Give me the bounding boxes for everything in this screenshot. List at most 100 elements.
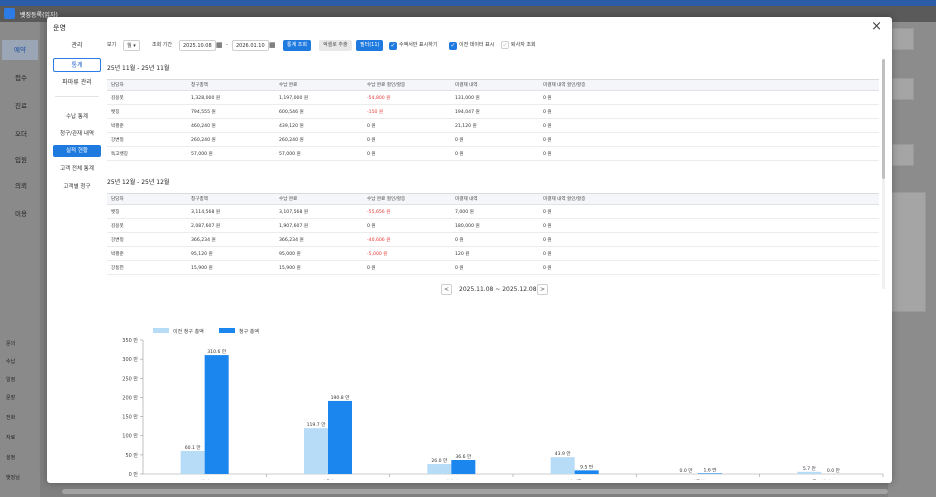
- bar-value-label: 5.7 만: [803, 465, 817, 472]
- fluid-only-checkbox[interactable]: ✓ 수액서만 표시하기: [389, 40, 437, 51]
- column-header[interactable]: 수납 완료 할인/할증: [363, 79, 451, 91]
- y-tick-label: 250 만: [122, 375, 138, 382]
- table-cell: -40,606 원: [363, 232, 451, 247]
- column-header[interactable]: 청구총액: [187, 79, 275, 91]
- table-row[interactable]: 뱃징 3,114,568 원 3,107,568 원 -55,656 원 7,000 원…: [107, 204, 879, 219]
- bottom-nav-item[interactable]: 문의: [6, 340, 15, 347]
- column-header[interactable]: 수납 완료 할인/할증: [363, 193, 451, 205]
- column-header[interactable]: 미결제 내역 할인/할증: [539, 193, 879, 205]
- table-cell: 1,197,000 원: [275, 90, 363, 105]
- right-panel: [888, 22, 936, 497]
- table-row[interactable]: 김용봇 1,328,000 원 1,197,000 원 -54,800 원 131,00…: [107, 90, 879, 105]
- check-icon: ✓: [501, 41, 509, 49]
- x-tick-label: 강동헌: [691, 479, 705, 480]
- table-cell: 뱃징: [107, 204, 187, 219]
- column-header[interactable]: 미결제 내역: [451, 79, 539, 91]
- column-header[interactable]: 미결제 내역 할인/할증: [539, 79, 879, 91]
- column-header[interactable]: 담당자: [107, 193, 187, 205]
- table-row[interactable]: 박평준 460,240 원 439,120 원0 원 21,120 원0 원: [107, 118, 879, 133]
- bar-value-label: 119.7 만: [307, 421, 327, 428]
- table-cell: 260,240 원: [275, 132, 363, 147]
- bar-value-label: 1.6 만: [704, 466, 718, 473]
- bar-current: [698, 473, 722, 474]
- vertical-scrollbar[interactable]: [882, 59, 885, 289]
- table-row[interactable]: 강변정 260,240 원 260,240 원0 원0 원0 원: [107, 132, 879, 147]
- bottom-nav-item[interactable]: 뱃징님: [6, 474, 20, 481]
- view-label: 보기: [107, 42, 117, 48]
- left-nav-item[interactable]: 예약: [2, 40, 38, 60]
- side-menu-item[interactable]: 청구/관재 내역: [53, 128, 101, 140]
- next-period-button[interactable]: >: [537, 284, 548, 295]
- bottom-nav-item[interactable]: 일정: [6, 376, 15, 383]
- stats-table: 담당자 청구총액 수납 완료 수납 완료 할인/할증 미결제 내역 미결제 내역 할인/할…: [107, 79, 879, 161]
- table-cell: -150 원: [363, 104, 451, 119]
- column-header[interactable]: 미결제 내역: [451, 193, 539, 205]
- side-menu-item[interactable]: 실적 현황: [53, 145, 101, 157]
- scroll-thumb[interactable]: [882, 59, 885, 179]
- bar-value-label: 36.6 만: [455, 453, 472, 460]
- table-cell: 0 원: [539, 204, 879, 219]
- side-tab[interactable]: 파마류 관리: [53, 76, 101, 90]
- table-cell: 95,000 원: [275, 246, 363, 261]
- side-tab[interactable]: 관리: [53, 39, 101, 53]
- table-row[interactable]: 강변정 366,234 원 366,234 원 -40,606 원0 원0 원: [107, 232, 879, 247]
- column-header[interactable]: 수납 완료: [275, 193, 363, 205]
- table-cell: 0 원: [363, 218, 451, 233]
- table-row[interactable]: 강동헌 15,900 원 15,900 원0 원0 원0 원: [107, 260, 879, 275]
- bar-value-label: 0.0 만: [680, 467, 694, 474]
- table-cell: 0 원: [539, 118, 879, 133]
- excel-export-button[interactable]: 엑셀로 추출: [319, 40, 352, 51]
- column-header[interactable]: 담당자: [107, 79, 187, 91]
- right-widget: [892, 78, 914, 100]
- left-nav-item[interactable]: 입원: [6, 154, 36, 164]
- horizontal-scrollbar[interactable]: [62, 489, 888, 494]
- side-menu-item[interactable]: 고객 전체 통계: [53, 163, 101, 175]
- bottom-nav-item[interactable]: 문장: [6, 394, 15, 401]
- filter-bar: 보기 월 ▾ 조회 기간 2025.10.08 ▦ - 2026.01.10 ▦…: [107, 40, 536, 51]
- bottom-nav-item[interactable]: 수납: [6, 358, 15, 365]
- bar-value-label: 9.5 만: [580, 463, 594, 470]
- start-date-input[interactable]: 2025.10.08: [179, 40, 216, 51]
- calendar-icon[interactable]: ▦: [269, 40, 276, 51]
- table-cell: 뱃징: [107, 104, 187, 119]
- table-cell: 0 원: [363, 260, 451, 275]
- end-date-input[interactable]: 2026.01.10: [232, 40, 269, 51]
- left-nav-item[interactable]: 오더: [6, 128, 36, 138]
- table-cell: 95,120 원: [187, 246, 275, 261]
- y-tick-label: 50 만: [125, 452, 138, 459]
- table-row[interactable]: 박평준 95,120 원 95,000 원 -5,000 원 120 원0 원: [107, 246, 879, 261]
- legend-swatch: [153, 328, 169, 333]
- calendar-icon[interactable]: ▦: [216, 40, 223, 51]
- previous-data-checkbox[interactable]: ✓ 이전 데이터 표시: [449, 40, 494, 51]
- table-cell: 21,120 원: [451, 118, 539, 133]
- table-row[interactable]: 김용봇 2,087,607 원 1,907,607 원0 원 180,000 원0 원: [107, 218, 879, 233]
- left-nav-item[interactable]: 의뢰: [6, 180, 36, 190]
- table-cell: 3,114,568 원: [187, 204, 275, 219]
- side-tab[interactable]: 통계: [53, 58, 101, 72]
- view-select[interactable]: 월 ▾: [123, 40, 140, 51]
- side-menu-item[interactable]: 고객별 청구: [53, 181, 101, 193]
- table-cell: 0 원: [451, 260, 539, 275]
- right-widget: [890, 192, 926, 312]
- bottom-nav-item[interactable]: 설정: [6, 454, 15, 461]
- search-stats-button[interactable]: 통계 조회: [283, 40, 311, 51]
- table-row[interactable]: 뱃징 794,555 원 600,546 원 -150 원 194,047 원0 원: [107, 104, 879, 119]
- filter-button[interactable]: 필터(11): [356, 40, 384, 51]
- retired-staff-checkbox[interactable]: ✓ 퇴사자 조회: [501, 40, 536, 51]
- section-title: 25년 12월 - 25년 12월: [107, 179, 170, 186]
- left-nav-item[interactable]: 접수: [6, 72, 36, 82]
- column-header[interactable]: 수납 완료: [275, 79, 363, 91]
- table-row[interactable]: 독고뱃징 57,000 원 57,000 원0 원0 원0 원: [107, 146, 879, 161]
- side-menu-item[interactable]: 수납 통계: [53, 111, 101, 123]
- table-cell: 600,546 원: [275, 104, 363, 119]
- table-cell: 0 원: [539, 146, 879, 161]
- column-header[interactable]: 청구총액: [187, 193, 275, 205]
- left-nav-item[interactable]: 진료: [6, 100, 36, 110]
- bottom-nav-item[interactable]: 자료: [6, 434, 15, 441]
- table-header-row: 담당자 청구총액 수납 완료 수납 완료 할인/할증 미결제 내역 미결제 내역 할인/할…: [107, 79, 879, 91]
- prev-period-button[interactable]: <: [441, 284, 452, 295]
- left-nav-item[interactable]: 미용: [6, 208, 36, 218]
- close-icon[interactable]: ×: [871, 19, 882, 34]
- table-cell: 0 원: [539, 218, 879, 233]
- bottom-nav-item[interactable]: 전화: [6, 414, 15, 421]
